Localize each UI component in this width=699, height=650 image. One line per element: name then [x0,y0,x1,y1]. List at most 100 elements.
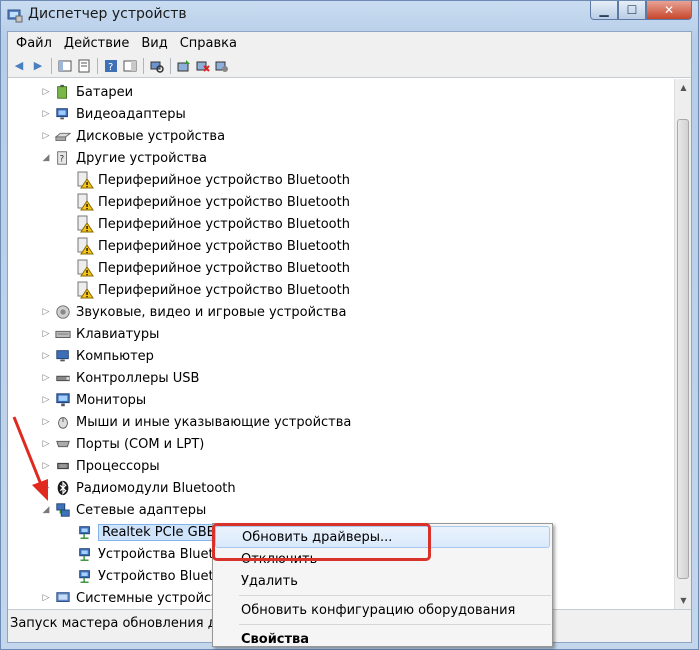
expand-arrow-icon[interactable]: ▷ [41,131,51,141]
window-controls: ▁ ☐ ✕ [590,1,692,21]
context-menu-item[interactable]: Обновить конфигурацию оборудования [215,599,550,621]
scroll-up-arrow[interactable]: ▲ [675,79,692,96]
tree-item-label: Периферийное устройство Bluetooth [98,260,350,276]
tree-item-label: Контроллеры USB [76,370,200,386]
tree-device[interactable]: Периферийное устройство Bluetooth [76,235,350,257]
tree-category[interactable]: ? Другие устройства [54,147,207,169]
collapse-arrow-icon[interactable]: ◢ [41,153,51,163]
disk-drive-icon [54,127,72,145]
usb-icon [54,369,72,387]
vertical-scrollbar[interactable]: ▲ ▼ [674,79,691,609]
menu-action[interactable]: Действие [58,34,135,53]
scroll-thumb[interactable] [677,119,689,579]
tree-category[interactable]: Порты (COM и LPT) [54,433,204,455]
tree-device[interactable]: Периферийное устройство Bluetooth [76,169,350,191]
context-menu-separator [239,595,551,596]
tree-device[interactable]: Периферийное устройство Bluetooth [76,191,350,213]
forward-arrow-icon: ▶ [33,59,43,72]
expand-arrow-icon[interactable]: ▷ [41,87,51,97]
uninstall-icon [196,61,210,72]
tree-category[interactable]: Мониторы [54,389,146,411]
show-hide-console-tree-button[interactable] [56,57,74,75]
tree-category[interactable]: Мыши и иные указывающие устройства [54,411,351,433]
back-button[interactable]: ◀ [10,57,28,75]
context-menu-item[interactable]: Удалить [215,570,550,592]
tree-category[interactable]: Клавиатуры [54,323,159,345]
minimize-button[interactable]: ▁ [590,1,618,20]
toolbar-separator [170,57,171,74]
menu-view[interactable]: Вид [135,34,173,53]
update-driver-icon [177,59,190,71]
toolbar-separator [143,57,144,74]
toolbar-separator [51,57,52,74]
tree-device[interactable]: Периферийное устройство Bluetooth [76,213,350,235]
help-button[interactable]: ? [102,57,120,75]
scan-hardware-button[interactable] [148,57,166,75]
pane-icon [123,60,137,71]
tree-category[interactable]: Видеоадаптеры [54,103,186,125]
back-arrow-icon: ◀ [14,59,24,72]
svg-text:?: ? [59,155,64,165]
highlight-box [212,523,431,561]
unknown-device-warning-icon [76,215,94,233]
menu-help[interactable]: Справка [174,34,243,53]
tree-item-label: Realtek PCIe GBE F [98,523,231,541]
tree-item-label: Компьютер [76,348,154,364]
network-card-icon [76,545,94,563]
scan-hardware-icon [150,61,164,73]
expand-arrow-icon[interactable]: ▷ [41,329,51,339]
tree-device[interactable]: Периферийное устройство Bluetooth [76,257,350,279]
tree-device[interactable]: Периферийное устройство Bluetooth [76,279,350,301]
tree-category[interactable]: Контроллеры USB [54,367,199,389]
tree-item-label: Периферийное устройство Bluetooth [98,238,350,254]
tree-item-label: Другие устройства [76,150,207,166]
disable-button[interactable] [213,57,231,75]
scroll-down-arrow[interactable]: ▼ [675,592,692,609]
tree-item-label: Клавиатуры [76,326,160,342]
tree-category[interactable]: Сетевые адаптеры [54,499,206,521]
update-driver-button[interactable] [175,57,193,75]
tree-item-label: Сетевые адаптеры [76,502,207,518]
title-bar[interactable]: Диспетчер устройств ▁ ☐ ✕ [1,1,698,31]
device-manager-app-icon [7,9,23,23]
tree-item-label: Периферийное устройство Bluetooth [98,172,350,188]
collapse-arrow-icon[interactable]: ◢ [41,505,51,515]
forward-button[interactable]: ▶ [29,57,47,75]
maximize-button[interactable]: ☐ [618,1,646,20]
console-tree-icon [58,60,72,71]
tree-item-label: Периферийное устройство Bluetooth [98,216,350,232]
tree-category[interactable]: Процессоры [54,455,160,477]
close-icon: ✕ [663,3,675,17]
tree-category[interactable]: Звуковые, видео и игровые устройства [54,301,346,323]
context-menu-item[interactable]: Свойства [215,628,550,650]
action-pane-button[interactable] [121,57,139,75]
tree-category[interactable]: Компьютер [54,345,154,367]
tree-item-label: Устройства Blueto [98,546,222,562]
tree-item-label: Звуковые, видео и игровые устройства [76,304,347,320]
expand-arrow-icon[interactable]: ▷ [41,109,51,119]
tree-device[interactable]: Realtek PCIe GBE F [76,521,231,543]
tree-category[interactable]: Радиомодули Bluetooth [54,477,236,499]
expand-arrow-icon[interactable]: ▷ [41,395,51,405]
uninstall-button[interactable] [194,57,212,75]
properties-button[interactable] [75,57,93,75]
tree-device[interactable]: Устройства Blueto [76,543,222,565]
tree-category[interactable]: Батареи [54,81,133,103]
expand-arrow-icon[interactable]: ▷ [41,351,51,361]
menu-file[interactable]: Файл [10,34,58,53]
network-card-icon [76,567,94,585]
status-text: Запуск мастера обновления дра [10,616,233,631]
tree-device[interactable]: Устройство Blueto [76,565,222,587]
disable-icon [215,61,228,72]
tree-category[interactable]: Системные устройст [54,587,219,609]
expand-arrow-icon[interactable]: ▷ [41,593,51,603]
window-title: Диспетчер устройств [28,6,187,22]
close-button[interactable]: ✕ [646,1,692,20]
tree-item-label: Дисковые устройства [76,128,226,144]
expand-arrow-icon[interactable]: ▷ [41,373,51,383]
tree-item-label: Батареи [76,84,134,100]
menu-bar: Файл Действие Вид Справка [8,32,691,54]
expand-arrow-icon[interactable]: ▷ [41,307,51,317]
tree-item-label: Периферийное устройство Bluetooth [98,282,350,298]
tree-category[interactable]: Дисковые устройства [54,125,225,147]
